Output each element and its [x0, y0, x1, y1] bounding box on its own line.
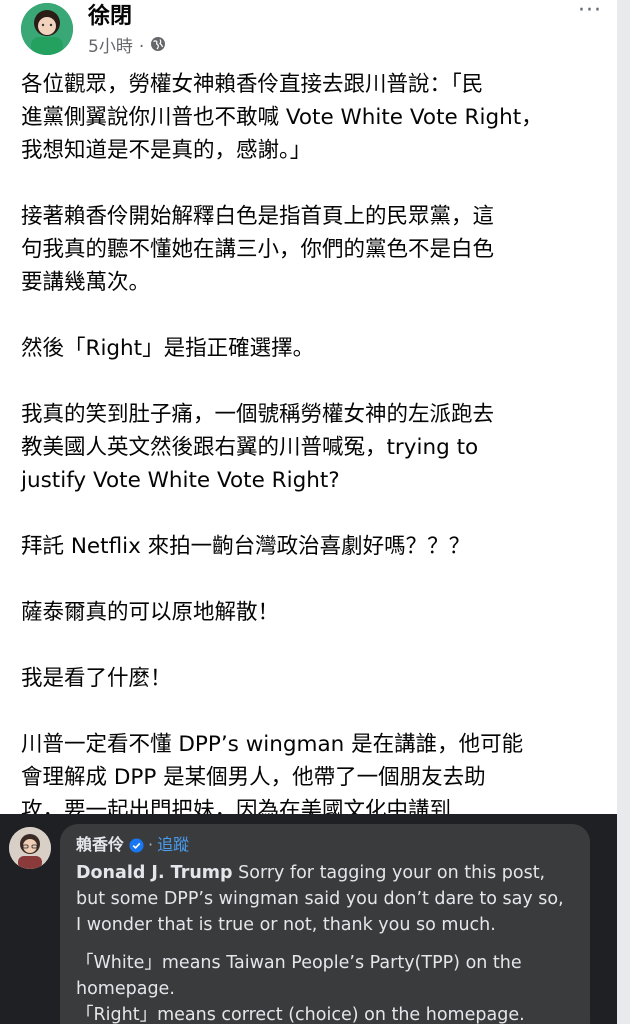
- post-text-line: 我真的笑到肚子痛，一個號稱勞權女神的左派跑去: [21, 402, 495, 427]
- verified-badge-icon: [129, 837, 144, 853]
- post-meta: 5小時 ·: [88, 36, 166, 58]
- post-paragraph: 各位觀眾，勞權女神賴香伶直接去跟川普說：「民進黨側翼說你川普也不敢喊 Vote …: [21, 68, 611, 167]
- post-text-line: 會理解成 DPP 是某個男人，他帶了一個朋友去助: [21, 765, 486, 790]
- post-paragraph: 然後「Right」是指正確選擇。: [21, 332, 611, 365]
- author-avatar[interactable]: [21, 3, 73, 55]
- globe-icon: [150, 36, 166, 58]
- post-text-line: justify Vote White Vote Right?: [21, 468, 340, 493]
- post-card: 徐閉 5小時 · ··· 各位觀眾，勞權女神賴香伶直接去跟川普說：「民進黨側翼說…: [0, 0, 617, 1024]
- post-paragraph: 接著賴香伶開始解釋白色是指首頁上的民眾黨，這 句我真的聽不懂她在講三小，你們的黨色…: [21, 200, 611, 299]
- post-text-line: 教美國人英文然後跟右翼的川普喊冤，trying to: [21, 435, 479, 460]
- more-options-icon[interactable]: ···: [572, 0, 608, 28]
- post-text-line: 我想知道是不是真的，感謝。」: [21, 138, 312, 163]
- post-text-line: 拜託 Netflix 來拍一齣台灣政治喜劇好嗎？？？: [21, 534, 471, 559]
- comment-text-line: I wonder that is true or not, thank you …: [76, 915, 496, 935]
- comment-mention[interactable]: Donald J. Trump: [76, 863, 233, 883]
- post-text-line: 我是看了什麼！: [21, 666, 172, 691]
- comment-header: 賴香伶 · 追蹤: [76, 834, 189, 856]
- post-paragraph: 我是看了什麼！: [21, 662, 611, 695]
- comment-text-line: but some DPP’s wingman said you don’t da…: [76, 889, 564, 909]
- comment-text-line: Donald J. Trump Sorry for tagging your o…: [76, 860, 586, 886]
- follow-link[interactable]: 追蹤: [157, 834, 189, 856]
- comment-text-line: 「White」means Taiwan People’s Party(TPP) …: [76, 953, 522, 973]
- post-timestamp[interactable]: 5小時: [88, 36, 133, 58]
- comment-paragraph-gap: [76, 938, 586, 950]
- post-paragraph: 我真的笑到肚子痛，一個號稱勞權女神的左派跑去 教美國人英文然後跟右翼的川普喊冤，t…: [21, 398, 611, 497]
- post-text-line: 然後「Right」是指正確選擇。: [21, 336, 315, 361]
- comment-bubble: 賴香伶 · 追蹤 Donald J. Trump Sorry for taggi…: [60, 824, 590, 1024]
- comment-text-line: homepage.: [76, 979, 175, 999]
- post-text-line: 川普一定看不懂 DPP’s wingman 是在講誰，他可能: [21, 732, 524, 757]
- page-edge: [617, 0, 630, 1024]
- comment-text: Donald J. Trump Sorry for tagging your o…: [76, 860, 586, 1024]
- post-paragraph: 拜託 Netflix 來拍一齣台灣政治喜劇好嗎？？？: [21, 530, 611, 563]
- post-text-line: 進黨側翼說你川普也不敢喊 Vote White Vote Right，: [21, 105, 543, 130]
- post-text-line: 各位觀眾，勞權女神賴香伶直接去跟川普說：「民: [21, 72, 484, 97]
- embedded-comment-screenshot: 賴香伶 · 追蹤 Donald J. Trump Sorry for taggi…: [0, 814, 617, 1024]
- comment-separator: ·: [148, 835, 154, 854]
- post-text-line: 接著賴香伶開始解釋白色是指首頁上的民眾黨，這: [21, 204, 495, 229]
- post-body: 各位觀眾，勞權女神賴香伶直接去跟川普說：「民進黨側翼說你川普也不敢喊 Vote …: [21, 68, 611, 893]
- post-paragraph: 薩泰爾真的可以原地解散！: [21, 596, 611, 629]
- post-text-line: 要講幾萬次。: [21, 270, 151, 295]
- post-text-line: 句我真的聽不懂她在講三小，你們的黨色不是白色: [21, 237, 495, 262]
- meta-separator: ·: [138, 37, 145, 57]
- post-text-line: 薩泰爾真的可以原地解散！: [21, 600, 280, 625]
- post-author-name[interactable]: 徐閉: [88, 2, 132, 32]
- comment-text-line: 「Right」means correct (choice) on the hom…: [76, 1005, 525, 1024]
- comment-author-name[interactable]: 賴香伶: [76, 834, 124, 856]
- comment-text-segment: Sorry for tagging your on this post,: [232, 863, 546, 883]
- comment-author-avatar: [9, 827, 51, 869]
